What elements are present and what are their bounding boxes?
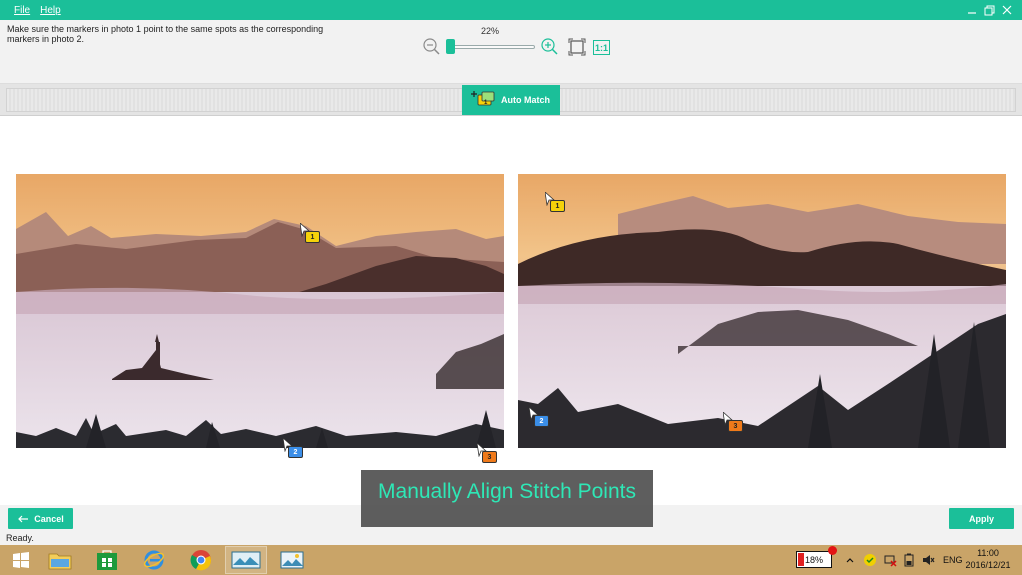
zoom-slider-handle[interactable] xyxy=(445,39,455,54)
taskbar-store[interactable] xyxy=(86,546,128,574)
cancel-label: Cancel xyxy=(34,513,64,524)
taskbar-file-explorer[interactable] xyxy=(39,546,81,574)
photo-icon xyxy=(280,551,304,569)
chevron-up-icon[interactable] xyxy=(845,555,855,565)
fit-to-window-icon[interactable] xyxy=(568,38,586,56)
taskbar-chrome[interactable] xyxy=(180,546,222,574)
taskbar-clock[interactable]: 11:00 2016/12/21 xyxy=(958,547,1018,571)
auto-match-label: Auto Match xyxy=(501,95,550,105)
zoom-slider-track[interactable] xyxy=(447,45,535,49)
system-tray: ENG xyxy=(845,548,963,572)
instruction-header: Make sure the markers in photo 1 point t… xyxy=(0,20,1022,84)
taskbar-photo-viewer[interactable] xyxy=(271,546,313,574)
photo2-marker-3[interactable]: 3 xyxy=(723,412,743,432)
arrow-left-icon xyxy=(18,515,29,522)
auto-match-button[interactable]: 1 Auto Match xyxy=(462,85,560,115)
auto-match-icon: 1 xyxy=(470,89,496,111)
photo-1 xyxy=(16,174,504,448)
cancel-button[interactable]: Cancel xyxy=(8,508,73,529)
marker-label: 2 xyxy=(288,446,303,458)
network-disabled-icon[interactable] xyxy=(883,553,897,567)
security-icon[interactable] xyxy=(863,553,877,567)
photo1-marker-2[interactable]: 2 xyxy=(283,438,303,458)
volume-muted-icon[interactable] xyxy=(921,553,935,567)
battery-level xyxy=(798,553,804,566)
clock-date: 2016/12/21 xyxy=(965,560,1011,570)
marker-label: 3 xyxy=(482,451,497,463)
menu-file[interactable]: File xyxy=(14,5,30,16)
photo2-marker-2[interactable]: 2 xyxy=(529,407,549,427)
photo2-marker-1[interactable]: 1 xyxy=(545,192,565,212)
menu-help[interactable]: Help xyxy=(40,5,61,16)
photo1-marker-1[interactable]: 1 xyxy=(300,223,320,243)
photo-2 xyxy=(518,174,1006,448)
battery-tray-icon[interactable] xyxy=(903,553,915,567)
restore-icon[interactable] xyxy=(981,2,997,18)
clock-time: 11:00 xyxy=(977,548,999,558)
taskbar-photo-stitcher[interactable] xyxy=(225,546,267,574)
instruction-text: Make sure the markers in photo 1 point t… xyxy=(7,24,324,44)
folder-icon xyxy=(48,553,72,570)
photo1-marker-3[interactable]: 3 xyxy=(477,443,497,463)
actual-size-button[interactable]: 1:1 xyxy=(593,40,610,55)
taskbar-internet-explorer[interactable] xyxy=(133,546,175,574)
marker-label: 3 xyxy=(728,420,743,432)
zoom-in-icon[interactable] xyxy=(540,37,558,55)
marker-label: 1 xyxy=(550,200,565,212)
battery-indicator[interactable]: 18% xyxy=(796,546,837,568)
internet-explorer-icon xyxy=(143,550,165,570)
zoom-percentage: 22% xyxy=(480,26,499,36)
overlay-caption: Manually Align Stitch Points xyxy=(361,470,653,527)
zoom-out-icon[interactable] xyxy=(422,37,440,55)
minimize-icon[interactable] xyxy=(964,2,980,18)
status-text: Ready. xyxy=(0,531,1022,545)
apply-button[interactable]: Apply xyxy=(949,508,1014,529)
windows-logo-icon xyxy=(13,552,29,568)
marker-label: 2 xyxy=(534,415,549,427)
marker-label: 1 xyxy=(305,231,320,243)
battery-percent: 18% xyxy=(804,554,823,565)
panorama-app-icon xyxy=(231,551,261,569)
start-button[interactable] xyxy=(0,546,42,574)
app-menubar: File Help xyxy=(0,0,1022,20)
chrome-icon xyxy=(190,550,211,571)
close-icon[interactable] xyxy=(999,2,1015,18)
store-icon xyxy=(97,550,117,570)
notification-dot xyxy=(828,546,837,555)
